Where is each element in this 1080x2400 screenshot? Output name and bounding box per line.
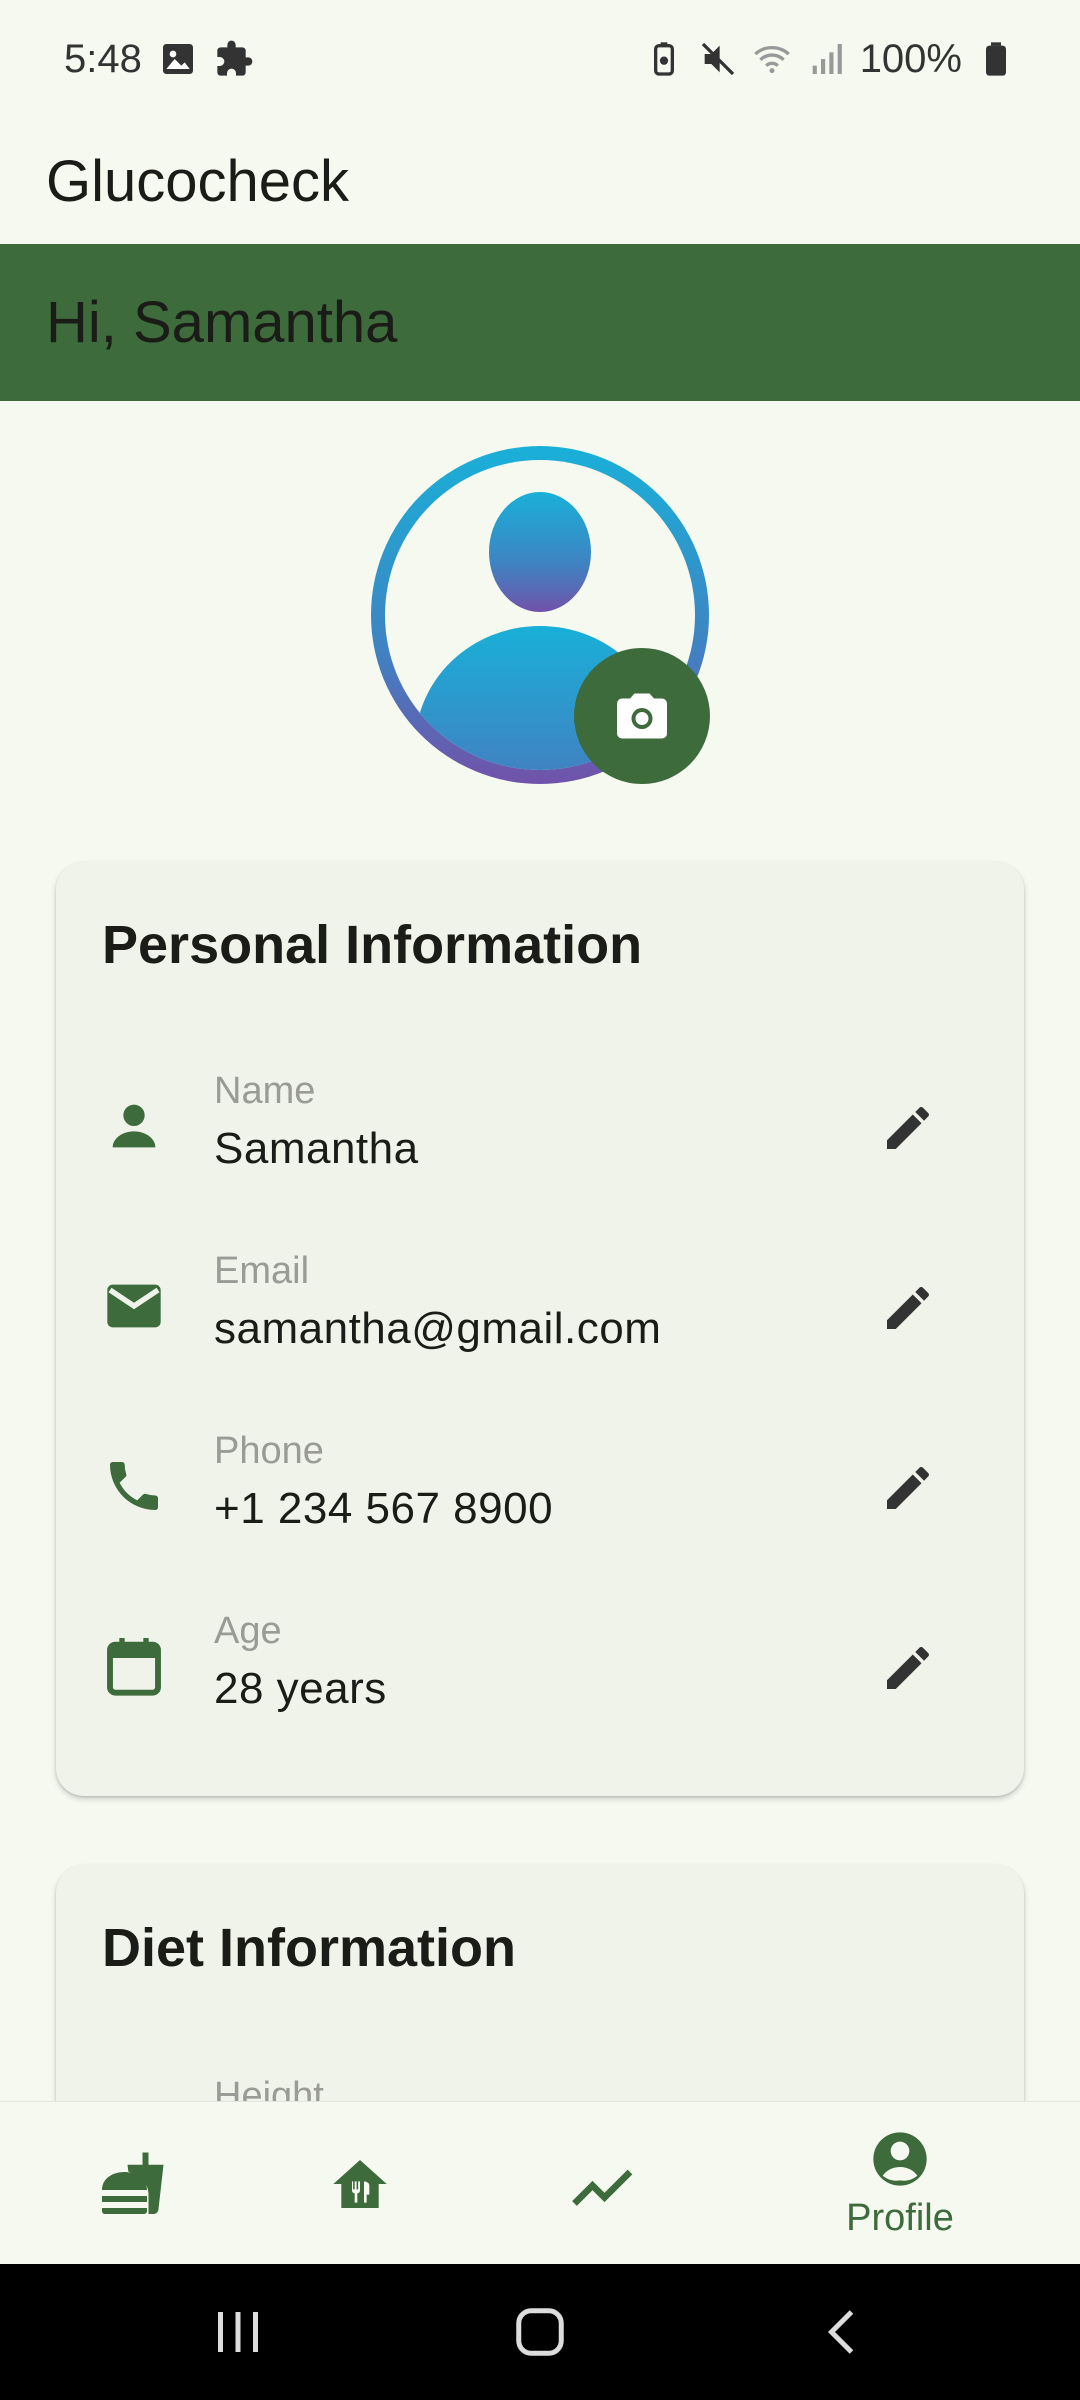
nav-label-profile: Profile: [846, 2197, 954, 2239]
greeting-banner: Hi, Samantha: [0, 244, 1080, 401]
trending-icon: [572, 2169, 633, 2206]
age-row: Age 28 years: [56, 1602, 1024, 1742]
name-row: Name Samantha: [56, 1062, 1024, 1202]
camera-icon: [617, 693, 667, 739]
edit-phone-button[interactable]: [876, 1456, 940, 1520]
recent-apps-icon[interactable]: [208, 2302, 268, 2362]
pencil-icon: [887, 1466, 929, 1509]
status-bar: 5:48 100%: [0, 0, 1080, 118]
battery-saver-icon: [653, 42, 674, 76]
account-circle-icon: [873, 2132, 927, 2186]
status-right: 100%: [644, 37, 1016, 82]
fastfood-icon: [102, 2152, 164, 2214]
app-title: Glucocheck: [46, 148, 350, 214]
mail-icon: [107, 1284, 161, 1328]
profile-avatar[interactable]: [371, 446, 710, 784]
home-icon[interactable]: [510, 2302, 570, 2362]
nav-item-restaurant[interactable]: [225, 2102, 495, 2265]
pencil-icon: [887, 1286, 929, 1329]
email-row: Email samantha@gmail.com: [56, 1242, 1024, 1382]
battery-percent: 100%: [859, 36, 962, 81]
personal-information-card: Personal Information Name Samantha Email…: [56, 862, 1024, 1796]
image-icon: [162, 44, 193, 74]
wifi-icon: [753, 46, 790, 74]
phone-row: Phone +1 234 567 8900: [56, 1422, 1024, 1562]
calendar-icon: [107, 1638, 161, 1696]
change-photo-button[interactable]: [574, 648, 710, 784]
greeting-text: Hi, Samantha: [46, 290, 398, 355]
system-navigation-bar: [0, 2264, 1080, 2400]
bottom-navigation: Profile: [0, 2101, 1080, 2264]
mute-icon: [701, 42, 734, 76]
phone-label: Phone: [214, 1430, 324, 1472]
status-time: 5:48: [64, 36, 142, 81]
pencil-icon: [887, 1106, 929, 1149]
app-bar: Glucocheck: [0, 118, 1080, 244]
battery-icon: [986, 42, 1006, 76]
age-label: Age: [214, 1610, 282, 1652]
phone-value: +1 234 567 8900: [214, 1484, 554, 1533]
name-value: Samantha: [214, 1124, 419, 1173]
edit-age-button[interactable]: [876, 1636, 940, 1700]
status-left: 5:48: [64, 37, 254, 82]
personal-information-title: Personal Information: [102, 915, 643, 975]
edit-name-button[interactable]: [876, 1096, 940, 1160]
email-value: samantha@gmail.com: [214, 1304, 662, 1353]
phone-icon: [110, 1462, 158, 1510]
back-icon[interactable]: [814, 2302, 874, 2362]
email-label: Email: [214, 1250, 310, 1292]
signal-icon: [812, 44, 842, 74]
person-icon: [112, 1104, 156, 1148]
edit-email-button[interactable]: [876, 1276, 940, 1340]
name-label: Name: [214, 1070, 316, 1112]
nav-item-trends[interactable]: [465, 2102, 735, 2265]
diet-information-title: Diet Information: [102, 1918, 516, 1978]
age-value: 28 years: [214, 1664, 387, 1713]
puzzle-icon: [217, 40, 253, 76]
nav-item-profile[interactable]: Profile: [765, 2102, 1035, 2265]
pencil-icon: [887, 1646, 929, 1689]
restaurant-home-icon: [333, 2159, 387, 2208]
